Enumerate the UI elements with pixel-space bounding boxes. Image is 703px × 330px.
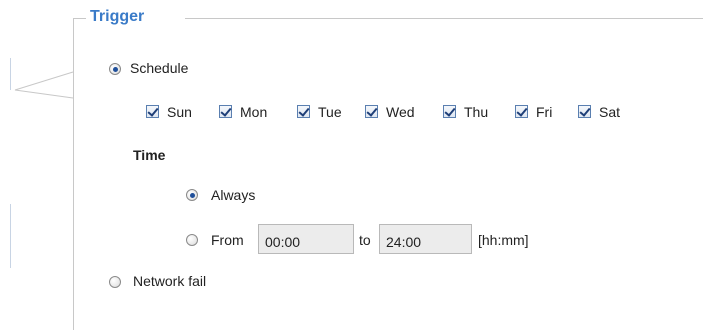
time-format-hint: [hh:mm] — [478, 232, 529, 248]
always-radio[interactable] — [186, 189, 198, 201]
thu-label: Thu — [464, 104, 489, 120]
tue-label: Tue — [318, 104, 342, 120]
from-radio[interactable] — [186, 234, 198, 246]
trigger-panel: Trigger Schedule Sun Mon Tue Wed Thu Fri… — [0, 0, 703, 330]
callout-pointer — [14, 71, 74, 99]
left-guide-line-bottom — [10, 204, 11, 268]
sat-checkbox[interactable] — [578, 105, 591, 118]
time-heading: Time — [133, 147, 166, 163]
fri-label: Fri — [536, 104, 553, 120]
fieldset-border-top-left — [73, 18, 86, 19]
sun-checkbox[interactable] — [146, 105, 159, 118]
from-time-input[interactable] — [258, 224, 354, 254]
schedule-label: Schedule — [130, 60, 189, 76]
to-time-input[interactable] — [379, 224, 472, 254]
trigger-legend: Trigger — [90, 8, 145, 25]
to-label: to — [359, 232, 371, 248]
fieldset-border-top-right — [185, 18, 703, 19]
tue-checkbox[interactable] — [297, 105, 310, 118]
wed-label: Wed — [386, 104, 415, 120]
fri-checkbox[interactable] — [515, 105, 528, 118]
wed-checkbox[interactable] — [365, 105, 378, 118]
network-fail-radio[interactable] — [109, 276, 121, 288]
thu-checkbox[interactable] — [443, 105, 456, 118]
mon-checkbox[interactable] — [219, 105, 232, 118]
always-label: Always — [211, 187, 256, 203]
sun-label: Sun — [167, 104, 192, 120]
mon-label: Mon — [240, 104, 268, 120]
fieldset-border-left — [73, 18, 74, 330]
sat-label: Sat — [599, 104, 621, 120]
network-fail-label: Network fail — [133, 273, 207, 289]
schedule-radio[interactable] — [109, 63, 121, 75]
from-label: From — [211, 232, 244, 248]
